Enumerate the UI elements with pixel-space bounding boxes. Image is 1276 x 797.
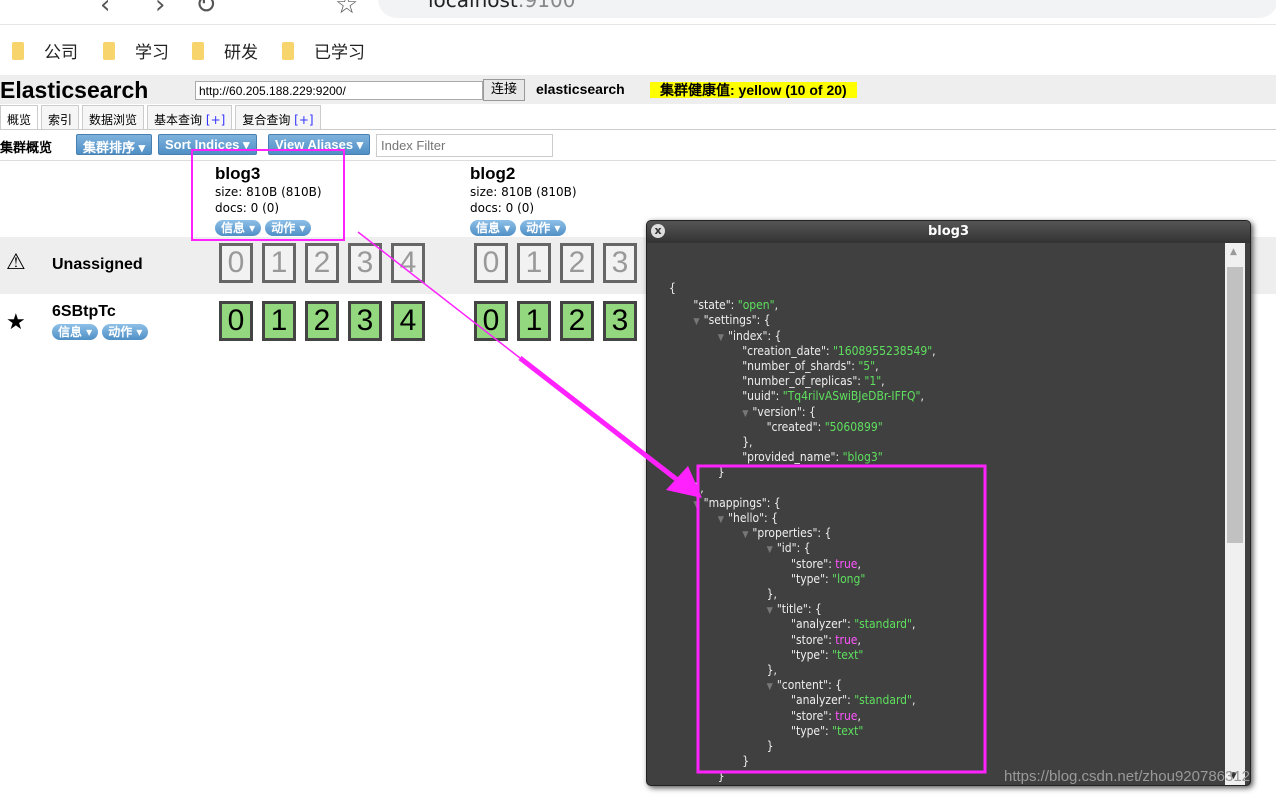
- annotation-box-mappings: [696, 464, 987, 774]
- annotation-arrow-line: [518, 356, 682, 484]
- annotation-overlay: [191, 149, 987, 774]
- annotation-arrow-thin: [357, 231, 521, 359]
- annotation-box-index: [191, 149, 345, 241]
- watermark: https://blog.csdn.net/zhou920786312: [1004, 768, 1251, 785]
